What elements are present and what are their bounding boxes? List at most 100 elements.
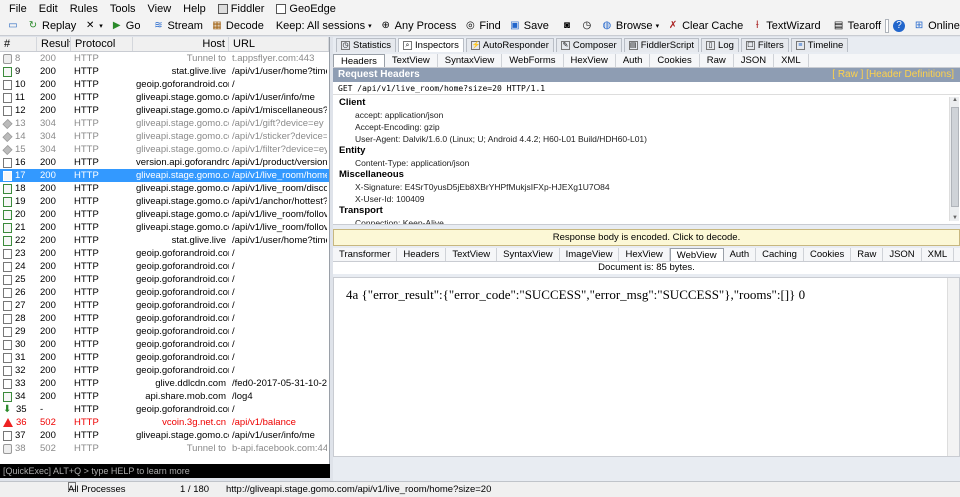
table-row[interactable]: 36 502 HTTP vcoin.3g.net.cn/api/v1/balance [0,416,329,429]
request-tab-headers[interactable]: Headers [333,54,385,67]
table-row[interactable]: 13 304 HTTP gliveapi.stage.gomo.com/api/v1/… [0,117,329,130]
menu-view[interactable]: View [142,3,178,15]
response-tab-hexview[interactable]: HexView [619,248,670,261]
column-header-result[interactable]: Result [37,37,71,51]
save-button[interactable]: ▣ Save [505,20,553,32]
table-row[interactable]: 33 200 HTTP glive.ddlcdn.com/fed0-2017-05-3… [0,377,329,390]
screenshot-button[interactable]: ◙ [557,20,577,32]
tearoff-button[interactable]: ▤ Tearoff [829,20,885,32]
table-row[interactable]: 38 502 HTTP Tunnel to b-api.facebook.com:44 [0,442,329,455]
tab-filters[interactable]: ☐ Filters [740,38,789,52]
response-tab-transformer[interactable]: Transformer [333,248,398,261]
table-row[interactable]: 23 200 HTTP geoip.goforandroid.com / [0,247,329,260]
replay-button[interactable]: ↻ Replay [23,20,80,32]
response-tab-headers[interactable]: Headers [397,248,447,261]
scroll-down-icon[interactable]: ▼ [950,215,960,221]
menu-tools[interactable]: Tools [104,3,142,15]
request-tab-json[interactable]: JSON [734,54,775,67]
response-tab-cookies[interactable]: Cookies [804,248,852,261]
table-row[interactable]: 19 200 HTTP gliveapi.stage.gomo.com/api/v1/… [0,195,329,208]
table-row[interactable]: 18 200 HTTP gliveapi.stage.gomo.com/api/v1/… [0,182,329,195]
response-tab-json[interactable]: JSON [883,248,922,261]
clear-cache-button[interactable]: ✗ Clear Cache [663,20,747,32]
response-tab-syntaxview[interactable]: SyntaxView [497,248,560,261]
table-row[interactable]: 10 200 HTTP geoip.goforandroid.com / [0,78,329,91]
table-row[interactable]: ⬇ 35 - HTTP geoip.goforandroid.com / [0,403,329,416]
remove-button[interactable]: ✕ ▾ [80,20,107,32]
go-button[interactable]: ▶ Go [107,20,145,32]
table-row[interactable]: 9 200 HTTP stat.glive.live/api/v1/user/home… [0,65,329,78]
table-row[interactable]: 21 200 HTTP gliveapi.stage.gomo.com/api/v1/… [0,221,329,234]
find-button[interactable]: ◎ Find [460,20,504,32]
table-row[interactable]: 8 200 HTTP Tunnel to t.appsflyer.com:443 [0,52,329,65]
table-row[interactable]: 25 200 HTTP geoip.goforandroid.com / [0,273,329,286]
headers-scrollbar[interactable]: ▲ ▼ [949,97,959,221]
response-tab-raw[interactable]: Raw [851,248,884,261]
header-group-title[interactable]: Entity [333,145,960,157]
quickexec-input[interactable]: [QuickExec] ALT+Q > type HELP to learn m… [0,464,330,478]
menu-edit[interactable]: Edit [33,3,64,15]
request-tab-hexview[interactable]: HexView [564,54,616,67]
header-entry[interactable]: accept: application/json [333,109,960,121]
table-row[interactable]: 24 200 HTTP geoip.goforandroid.com / [0,260,329,273]
header-entry[interactable]: User-Agent: Dalvik/1.6.0 (Linux; U; Andr… [333,133,960,145]
table-row[interactable]: 15 304 HTTP gliveapi.stage.gomo.com/api/v1/… [0,143,329,156]
table-row[interactable]: 30 200 HTTP geoip.goforandroid.com / [0,338,329,351]
scroll-up-icon[interactable]: ▲ [950,97,960,103]
response-scrollbar[interactable] [947,278,959,456]
menu-file[interactable]: File [3,3,33,15]
comment-button[interactable]: ▭ [3,20,23,32]
response-tab-webview[interactable]: WebView [669,248,724,261]
table-row[interactable]: 27 200 HTTP geoip.goforandroid.com / [0,299,329,312]
response-tab-xml[interactable]: XML [922,248,955,261]
header-entry[interactable]: Content-Type: application/json [333,157,960,169]
decode-notice[interactable]: Response body is encoded. Click to decod… [333,229,960,246]
tab-log[interactable]: ▯ Log [701,38,739,52]
textwizard-button[interactable]: Ɨ TextWizard [747,20,824,32]
column-header-id[interactable]: # [0,37,37,51]
any-process-button[interactable]: ⊕ Any Process [376,20,461,32]
table-row[interactable]: 22 200 HTTP stat.glive.live/api/v1/user/hom… [0,234,329,247]
header-group-title[interactable]: Transport [333,205,960,217]
table-row[interactable]: 28 200 HTTP geoip.goforandroid.com / [0,312,329,325]
table-row[interactable]: 12 200 HTTP gliveapi.stage.gomo.com/api/v1/… [0,104,329,117]
response-tab-caching[interactable]: Caching [756,248,804,261]
table-row[interactable]: 37 200 HTTP gliveapi.stage.gomo.com/api/v1/… [0,429,329,442]
header-group-title[interactable]: Miscellaneous [333,169,960,181]
menu-rules[interactable]: Rules [64,3,104,15]
scroll-thumb[interactable] [951,107,959,207]
table-row[interactable]: 11 200 HTTP gliveapi.stage.gomo.com/api/v1/… [0,91,329,104]
column-header-host[interactable]: Host [133,37,229,51]
header-entry[interactable]: Connection: Keep-Alive [333,217,960,224]
request-tab-syntaxview[interactable]: SyntaxView [438,54,503,67]
table-row[interactable]: 20 200 HTTP gliveapi.stage.gomo.com/api/v1/… [0,208,329,221]
header-entry[interactable]: X-Signature: E4SrT0yusD5jEb8XBrYHPfMukjs… [333,181,960,193]
header-links[interactable]: [ Raw ] [Header Definitions] [832,68,960,82]
request-tab-raw[interactable]: Raw [700,54,734,67]
help-button[interactable]: ? [889,20,909,32]
table-row[interactable]: 26 200 HTTP geoip.goforandroid.com / [0,286,329,299]
table-row[interactable]: 17 200 HTTP gliveapi.stage.gomo.com/api/v1/… [0,169,329,182]
table-row[interactable]: 34 200 HTTP api.share.mob.com/log4 [0,390,329,403]
menu-geoedge[interactable]: GeoEdge [270,3,341,15]
stream-button[interactable]: ≋ Stream [148,20,206,32]
header-entry[interactable]: X-User-Id: 100409 [333,193,960,205]
response-tab-auth[interactable]: Auth [724,248,757,261]
tab-autoresponder[interactable]: ⚡ AutoResponder [465,38,554,52]
header-entry[interactable]: Accept-Encoding: gzip [333,121,960,133]
table-row[interactable]: 31 200 HTTP geoip.goforandroid.com / [0,351,329,364]
column-header-protocol[interactable]: Protocol [71,37,133,51]
tab-timeline[interactable]: ≡ Timeline [790,38,849,52]
online-indicator[interactable]: ⊞ Online [909,20,960,32]
request-tab-textview[interactable]: TextView [385,54,438,67]
request-tab-xml[interactable]: XML [774,54,809,67]
decode-button[interactable]: ▦ Decode [207,20,268,32]
table-row[interactable]: 29 200 HTTP geoip.goforandroid.com / [0,325,329,338]
column-header-url[interactable]: URL [229,37,329,51]
keep-sessions-dropdown[interactable]: Keep: All sessions ▾ [272,20,376,32]
header-group-title[interactable]: Client [333,97,960,109]
menu-fiddler[interactable]: Fiddler [212,3,271,15]
tab-statistics[interactable]: ◷ Statistics [336,38,397,52]
response-tab-imageview[interactable]: ImageView [560,248,620,261]
browse-button[interactable]: ◍ Browse ▾ [597,20,663,32]
